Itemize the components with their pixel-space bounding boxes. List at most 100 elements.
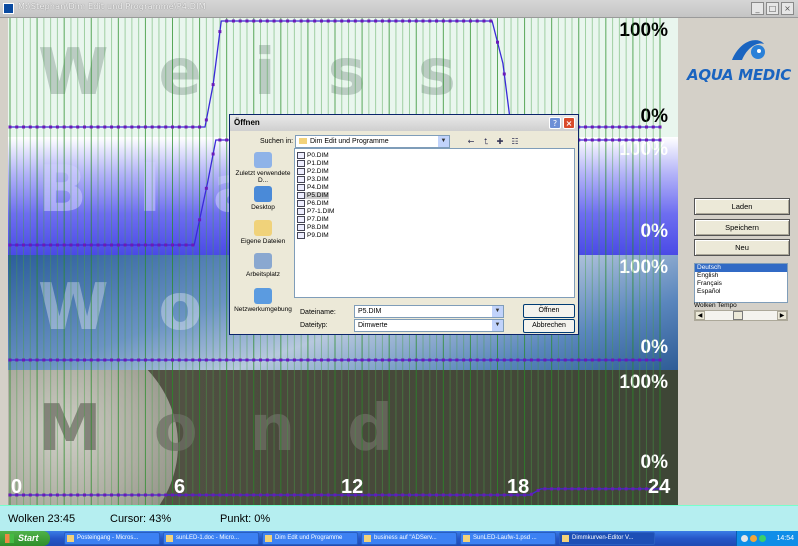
curve-point[interactable]	[191, 493, 195, 497]
curve-point[interactable]	[374, 493, 378, 497]
curve-point[interactable]	[82, 493, 86, 497]
curve-point[interactable]	[225, 138, 229, 142]
curve-point[interactable]	[42, 125, 46, 129]
curve-point[interactable]	[360, 358, 364, 362]
curve-point[interactable]	[638, 138, 642, 142]
curve-point[interactable]	[489, 358, 493, 362]
curve-point[interactable]	[55, 125, 59, 129]
curve-point[interactable]	[110, 493, 114, 497]
curve-point[interactable]	[259, 19, 263, 23]
curve-point[interactable]	[489, 493, 493, 497]
curve-point[interactable]	[380, 19, 384, 23]
curve-point[interactable]	[441, 358, 445, 362]
curve-point[interactable]	[638, 125, 642, 129]
view-menu-icon[interactable]: ☷	[509, 136, 521, 147]
curve-point[interactable]	[62, 358, 66, 362]
curve-point[interactable]	[604, 138, 608, 142]
curve-point[interactable]	[245, 19, 249, 23]
curve-point[interactable]	[62, 493, 66, 497]
curve-point[interactable]	[15, 358, 19, 362]
curve-point[interactable]	[435, 358, 439, 362]
curve-point[interactable]	[143, 125, 147, 129]
curve-point[interactable]	[272, 19, 276, 23]
language-option[interactable]: Deutsch	[695, 264, 787, 272]
place-computer[interactable]: Arbeitsplatz	[233, 253, 293, 278]
curve-point[interactable]	[617, 487, 621, 491]
curve-point[interactable]	[502, 72, 506, 76]
curve-point[interactable]	[536, 488, 540, 492]
curve-point[interactable]	[198, 493, 202, 497]
curve-point[interactable]	[22, 493, 26, 497]
curve-point[interactable]	[482, 358, 486, 362]
curve-point[interactable]	[638, 358, 642, 362]
curve-point[interactable]	[401, 493, 405, 497]
curve-point[interactable]	[448, 358, 452, 362]
curve-point[interactable]	[631, 487, 635, 491]
curve-point[interactable]	[231, 358, 235, 362]
curve-point[interactable]	[42, 243, 46, 247]
curve-point[interactable]	[150, 243, 154, 247]
curve-point[interactable]	[110, 358, 114, 362]
file-item[interactable]: P7.DIM	[297, 216, 329, 223]
curve-point[interactable]	[326, 19, 330, 23]
curve-point[interactable]	[123, 358, 127, 362]
curve-point[interactable]	[272, 493, 276, 497]
curve-point[interactable]	[468, 19, 472, 23]
curve-point[interactable]	[407, 358, 411, 362]
curve-point[interactable]	[360, 19, 364, 23]
curve-point[interactable]	[475, 358, 479, 362]
curve-point[interactable]	[171, 358, 174, 362]
curve-point[interactable]	[137, 125, 141, 129]
curve-point[interactable]	[631, 358, 635, 362]
place-documents[interactable]: Eigene Dateien	[233, 220, 293, 245]
curve-point[interactable]	[380, 493, 384, 497]
curve-point[interactable]	[103, 493, 107, 497]
curve-point[interactable]	[279, 493, 283, 497]
curve-point[interactable]	[394, 358, 398, 362]
curve-point[interactable]	[15, 243, 19, 247]
curve-point[interactable]	[204, 186, 208, 190]
curve-point[interactable]	[462, 19, 466, 23]
curve-point[interactable]	[550, 487, 554, 491]
curve-point[interactable]	[76, 358, 80, 362]
curve-point[interactable]	[556, 358, 560, 362]
curve-point[interactable]	[333, 19, 337, 23]
curve-point[interactable]	[651, 125, 655, 129]
curve-point[interactable]	[468, 493, 472, 497]
open-button[interactable]: Öffnen	[523, 304, 575, 318]
curve-point[interactable]	[8, 243, 12, 247]
tray-icon[interactable]	[759, 535, 766, 542]
curve-point[interactable]	[211, 358, 215, 362]
curve-point[interactable]	[543, 358, 547, 362]
curve-point[interactable]	[570, 487, 574, 491]
curve-point[interactable]	[353, 19, 357, 23]
curve-point[interactable]	[319, 358, 323, 362]
curve-point[interactable]	[22, 125, 26, 129]
curve-point[interactable]	[218, 138, 222, 142]
curve-point[interactable]	[475, 19, 479, 23]
curve-point[interactable]	[299, 19, 303, 23]
curve-point[interactable]	[455, 19, 459, 23]
curve-point[interactable]	[299, 358, 303, 362]
curve-point[interactable]	[198, 358, 202, 362]
scroll-left-icon[interactable]: ◀	[695, 311, 705, 320]
curve-point[interactable]	[177, 125, 181, 129]
curve-point[interactable]	[577, 358, 581, 362]
curve-point[interactable]	[252, 358, 256, 362]
curve-point[interactable]	[89, 125, 93, 129]
curve-point[interactable]	[28, 493, 32, 497]
curve-point[interactable]	[49, 493, 53, 497]
curve-point[interactable]	[69, 358, 73, 362]
curve-point[interactable]	[475, 493, 479, 497]
curve-point[interactable]	[496, 358, 499, 362]
curve-point[interactable]	[164, 493, 168, 497]
curve-point[interactable]	[597, 487, 601, 491]
curve-point[interactable]	[150, 493, 154, 497]
cloud-tempo-slider[interactable]: ◀ ▶	[694, 310, 788, 321]
curve-point[interactable]	[556, 487, 560, 491]
curve-point[interactable]	[597, 138, 601, 142]
curve-point[interactable]	[407, 19, 411, 23]
look-in-combo[interactable]: Dim Edit und Programme ▼	[295, 135, 450, 148]
curve-point[interactable]	[191, 243, 195, 247]
filename-field[interactable]: P5.DIM ▼	[354, 305, 504, 318]
